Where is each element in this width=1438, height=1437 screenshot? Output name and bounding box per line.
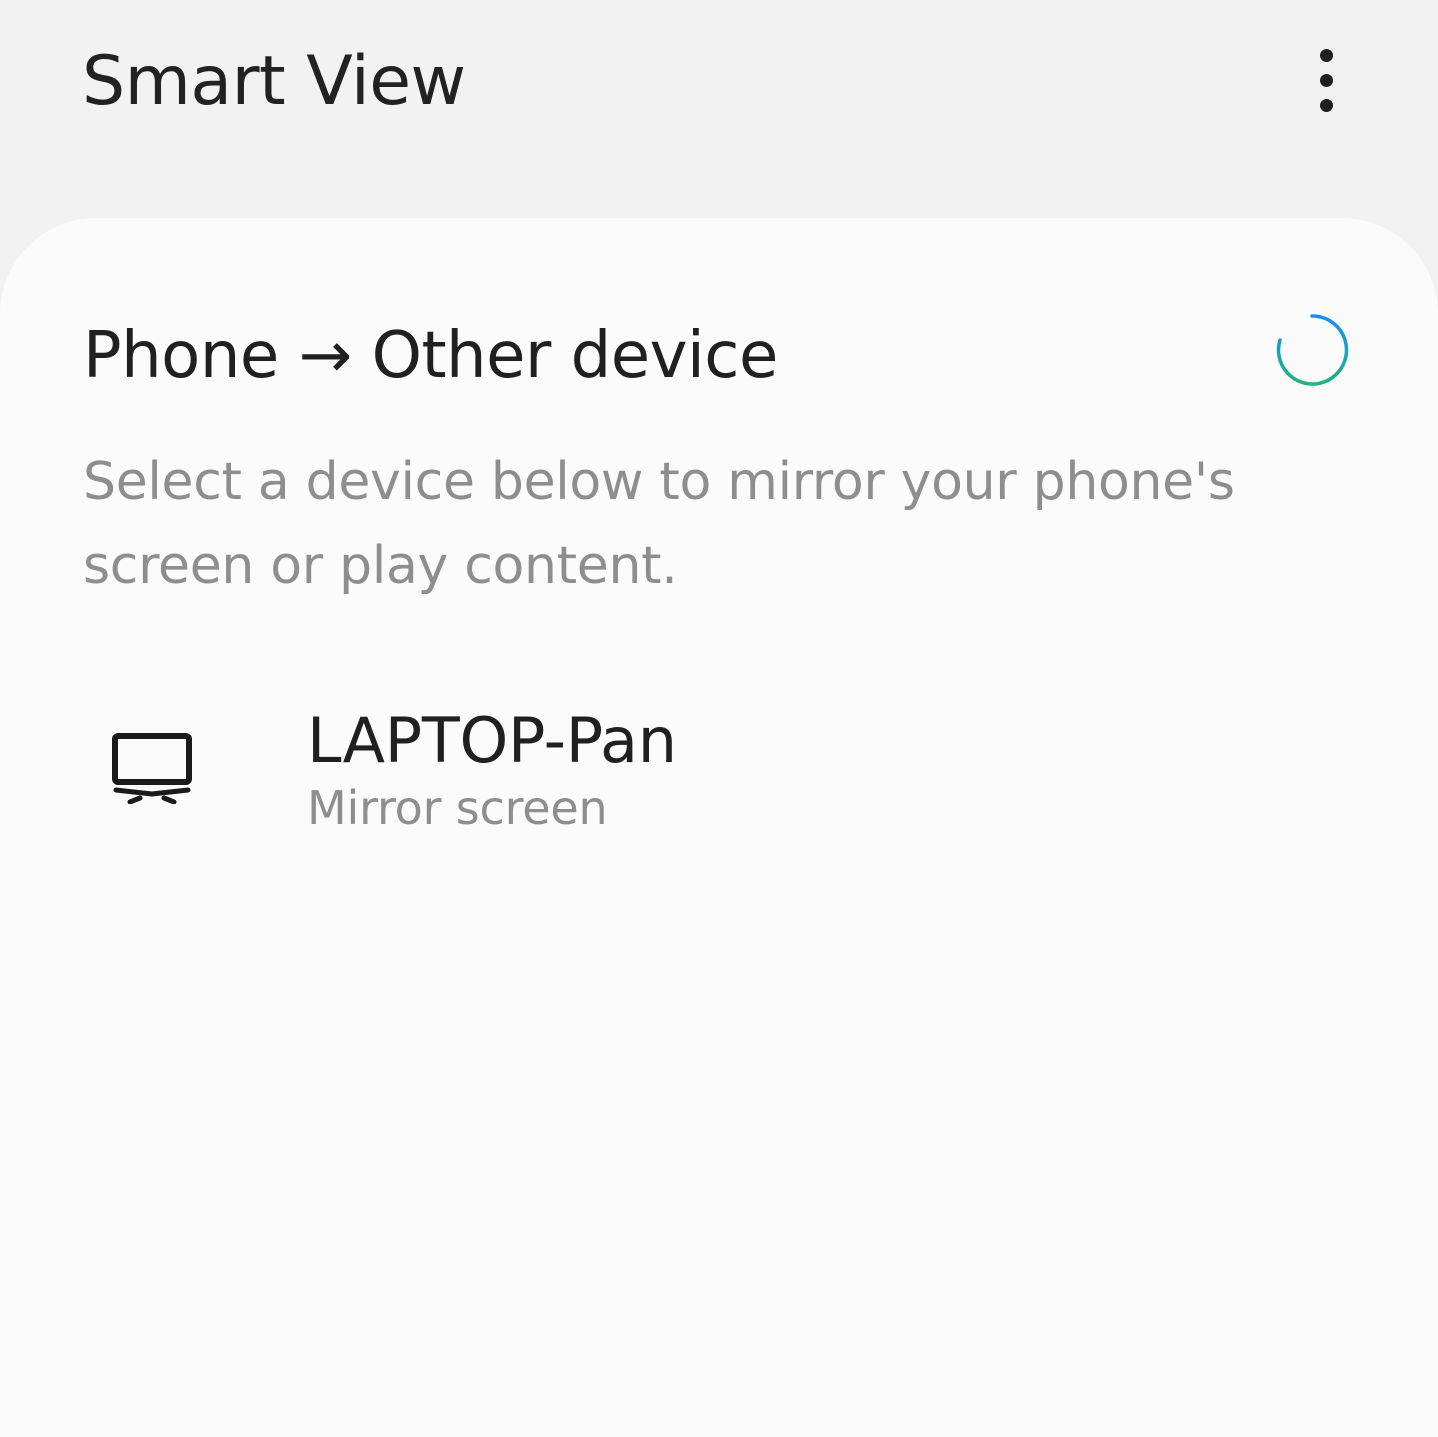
loading-spinner-icon	[1276, 314, 1349, 386]
app-bar: Smart View	[0, 0, 1438, 218]
more-vertical-icon-dot	[1319, 98, 1333, 112]
section-description: Select a device below to mirror your pho…	[83, 452, 1235, 596]
monitor-icon	[112, 733, 192, 804]
more-vertical-icon	[1319, 48, 1333, 62]
device-name: LAPTOP-Pan	[307, 704, 677, 777]
page-title: Smart View	[82, 42, 466, 121]
device-status: Mirror screen	[307, 781, 608, 835]
device-list-item[interactable]: LAPTOP-Pan Mirror screen	[0, 688, 1438, 858]
more-vertical-icon-dot	[1319, 73, 1333, 87]
device-list-card: Phone → Other device Select a device bel…	[0, 218, 1438, 1437]
section-title: Phone → Other device	[83, 319, 778, 393]
more-options-button[interactable]	[1296, 40, 1356, 120]
smart-view-screen: Smart View Phone → Other device Select a…	[0, 0, 1438, 1437]
